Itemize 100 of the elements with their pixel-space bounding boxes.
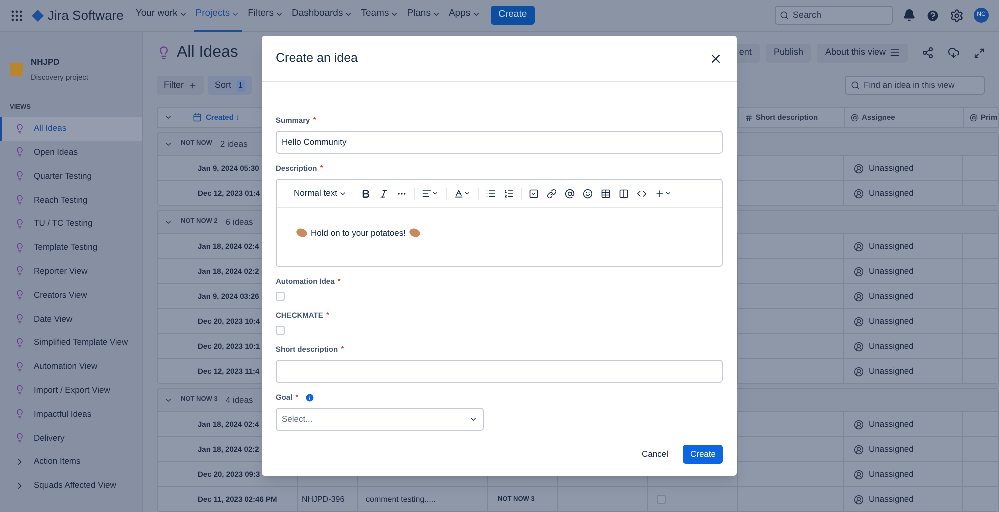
person-icon — [854, 444, 864, 454]
table-icon[interactable] — [601, 188, 612, 198]
potato-icon — [408, 228, 421, 238]
align-icon[interactable] — [422, 188, 432, 198]
required-mark: * — [320, 163, 324, 175]
required-mark: * — [296, 392, 299, 404]
nav-menu-item[interactable]: Plans — [405, 0, 443, 32]
chevron-down-icon[interactable] — [432, 190, 440, 197]
person-icon — [854, 316, 864, 326]
search-icon — [780, 11, 789, 20]
person-icon — [854, 366, 864, 376]
view-icon — [15, 314, 25, 324]
create-button[interactable]: Create — [683, 445, 723, 464]
person-icon — [854, 266, 864, 276]
person-icon — [854, 292, 864, 302]
mention-icon[interactable] — [565, 188, 576, 198]
sidebar-item[interactable]: Template Testing — [0, 236, 142, 260]
numbered-list-icon[interactable] — [504, 188, 514, 198]
chevron-down-icon[interactable] — [665, 190, 672, 197]
dialog-title: Create an idea — [276, 50, 358, 68]
expand-icon[interactable] — [974, 48, 985, 58]
text-style-dropdown[interactable]: Normal text — [294, 187, 348, 200]
sidebar-item[interactable]: Reporter View — [0, 260, 142, 284]
sidebar-item[interactable]: Delivery — [0, 426, 142, 450]
checkbox-icon[interactable] — [529, 188, 540, 198]
text-color-icon[interactable] — [454, 188, 464, 198]
project-name: NHJPD — [31, 56, 61, 69]
nav-menu-item[interactable]: Teams — [359, 0, 402, 32]
sidebar-item[interactable]: Date View — [0, 307, 142, 331]
view-icon — [157, 46, 171, 60]
checkbox[interactable] — [657, 495, 666, 504]
bold-icon[interactable] — [361, 188, 372, 198]
toolbar-button[interactable]: Publish — [766, 44, 812, 62]
collapse-icon[interactable] — [164, 113, 173, 122]
assignee-cell: Unassigned — [869, 418, 914, 431]
logo-icon — [32, 10, 44, 22]
required-mark: * — [313, 115, 316, 127]
bullet-list-icon[interactable] — [486, 188, 496, 198]
potato-icon — [296, 228, 308, 238]
filter-button[interactable]: Filter — [157, 76, 204, 95]
person-icon — [854, 242, 864, 252]
settings-icon[interactable] — [950, 8, 964, 22]
product-name: Jira Software — [48, 6, 124, 25]
person-icon — [854, 494, 864, 504]
sidebar-item[interactable]: Simplified Template View — [0, 330, 142, 355]
sidebar-item[interactable]: All Ideas — [0, 116, 142, 141]
sidebar-item[interactable]: Quarter Testing — [0, 164, 142, 188]
cancel-button[interactable]: Cancel — [635, 445, 676, 464]
sort-button[interactable]: Sort 1 — [208, 76, 252, 95]
sidebar-item[interactable]: Automation View — [0, 354, 142, 379]
sidebar-item[interactable]: Reach Testing — [0, 188, 142, 212]
text-field[interactable] — [276, 360, 723, 383]
plus-icon[interactable] — [655, 188, 666, 198]
nav-menu-item[interactable]: Dashboards — [290, 0, 356, 32]
person-icon — [854, 188, 864, 198]
share-icon[interactable] — [922, 47, 934, 59]
at-icon — [970, 114, 978, 122]
nav-menu-item[interactable]: Filters — [246, 0, 286, 32]
cloud-download-icon[interactable] — [948, 47, 960, 59]
toolbar-button[interactable]: About this view — [817, 44, 908, 62]
search-field[interactable]: Search — [775, 6, 893, 25]
sidebar-item[interactable]: Squads Affected View — [0, 474, 142, 498]
search-field[interactable]: Find an idea in this view — [845, 76, 985, 95]
sidebar-item[interactable]: Impactful Ideas — [0, 402, 142, 426]
person-icon — [854, 342, 864, 352]
assignee-cell: Unassigned — [869, 365, 914, 378]
sidebar-item[interactable]: Import / Export View — [0, 378, 142, 402]
app-switcher-icon[interactable] — [10, 8, 24, 22]
summary-cell-text: comment testing..... — [365, 494, 436, 506]
view-icon — [15, 385, 25, 396]
sidebar-item[interactable]: TU / TC Testing — [0, 212, 142, 236]
assignee-cell: Unassigned — [869, 240, 914, 253]
view-icon — [15, 362, 25, 372]
columns-icon[interactable] — [619, 188, 630, 198]
link-icon[interactable] — [547, 188, 558, 198]
person-icon — [854, 470, 864, 480]
calendar-icon — [193, 113, 202, 122]
italic-icon[interactable] — [379, 188, 390, 198]
view-icon — [15, 242, 25, 253]
view-icon — [15, 218, 25, 229]
info-icon[interactable] — [304, 393, 315, 403]
create-button[interactable]: Create — [490, 6, 536, 25]
help-icon[interactable] — [926, 8, 940, 22]
nav-menu-item[interactable]: Your work — [134, 0, 190, 32]
text-field[interactable]: Hello Community — [276, 131, 723, 154]
select-field[interactable]: Select... — [276, 408, 484, 431]
sidebar-item[interactable]: Creators View — [0, 283, 142, 308]
nav-menu-item[interactable]: Apps — [446, 0, 483, 32]
chevron-down-icon[interactable] — [464, 190, 472, 197]
notifications-icon[interactable] — [903, 9, 916, 22]
rich-text-editor[interactable]: Normal text Hold on to your potatoes! — [276, 179, 723, 267]
emoji-icon[interactable] — [583, 188, 594, 198]
code-icon[interactable] — [637, 188, 648, 198]
hash-icon — [745, 114, 753, 122]
checkbox[interactable] — [276, 292, 285, 301]
sidebar-item[interactable]: Action Items — [0, 450, 142, 474]
checkbox[interactable] — [276, 326, 285, 335]
group-count: 2 ideas — [220, 138, 248, 150]
assignee-cell: Unassigned — [869, 290, 914, 303]
sidebar-item[interactable]: Open Ideas — [0, 140, 142, 164]
